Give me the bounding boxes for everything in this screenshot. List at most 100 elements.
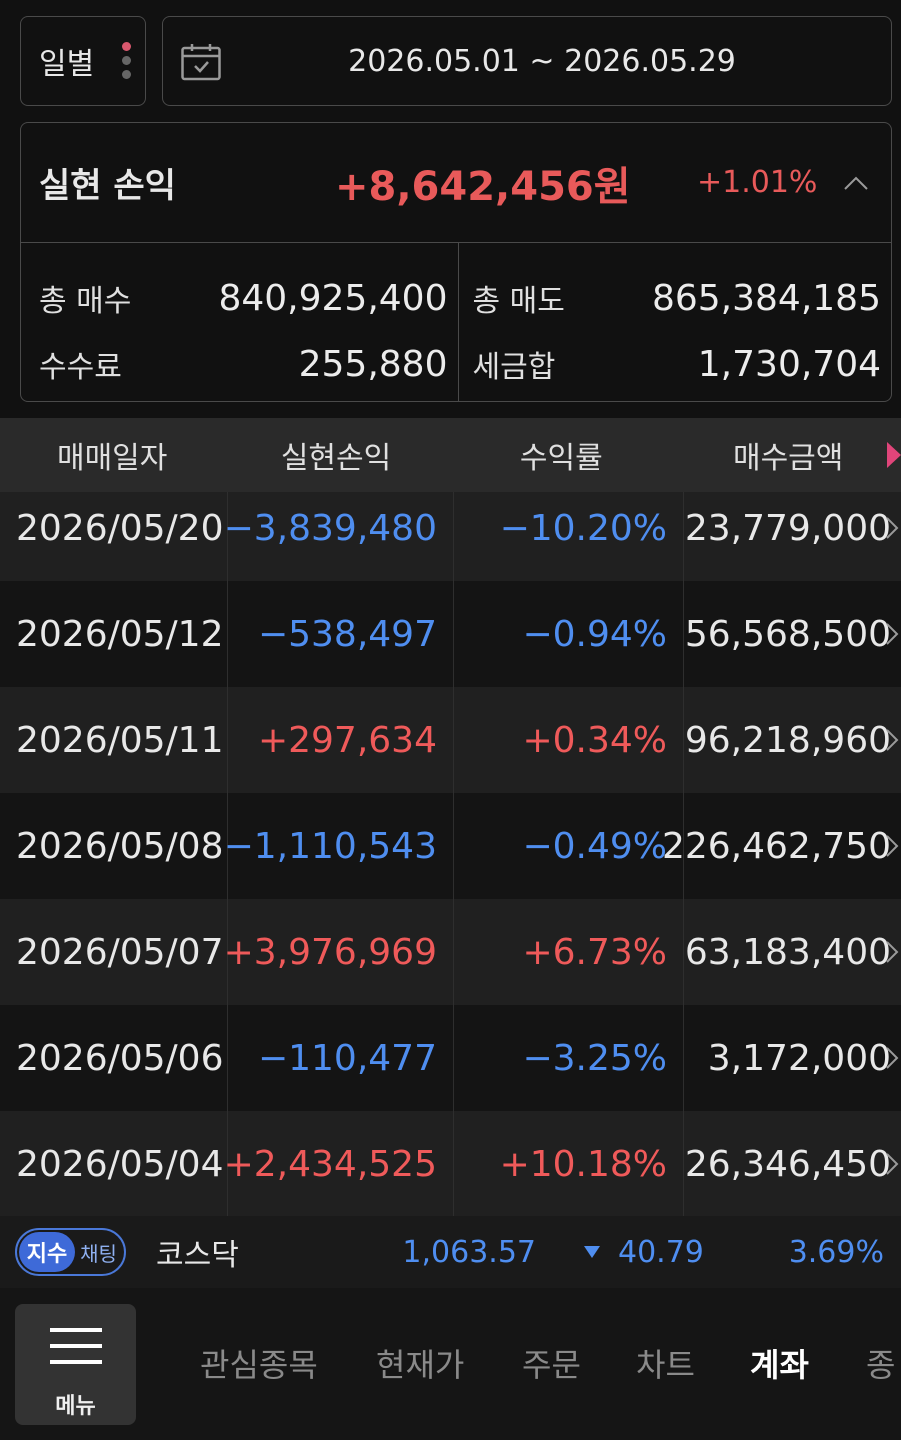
- return-rate: −0.94%: [453, 581, 683, 687]
- header-buy-amount[interactable]: 매수금액: [675, 433, 901, 477]
- table-row[interactable]: 2026/05/11 +297,634 +0.34% 96,218,960: [0, 687, 901, 793]
- table-row[interactable]: 2026/05/20 −3,839,480 −10.20% 23,779,000: [0, 492, 901, 581]
- index-change: 40.79: [618, 1234, 704, 1270]
- table-row[interactable]: 2026/05/08 −1,110,543 −0.49% 226,462,750: [0, 793, 901, 899]
- index-name: 코스닥: [156, 1238, 239, 1273]
- pnl-value: −538,497: [257, 613, 437, 655]
- trade-date: 2026/05/12: [16, 613, 224, 655]
- index-chat-toggle[interactable]: 지수 채팅: [15, 1228, 126, 1276]
- fee-label: 수수료: [39, 350, 122, 385]
- total-buy-line: 총 매수 840,925,400: [39, 265, 448, 331]
- toggle-index[interactable]: 지수: [19, 1232, 75, 1272]
- buy-amount: 96,218,960: [683, 687, 901, 793]
- buy-value: 63,183,400: [684, 931, 891, 973]
- pnl-value: −1,110,543: [223, 825, 437, 867]
- filter-row: 일별 2026.05.01 ~ 2026.05.29: [20, 16, 892, 106]
- return-rate: −0.49%: [453, 793, 683, 899]
- date-range-field[interactable]: 2026.05.01 ~ 2026.05.29: [162, 16, 892, 106]
- chevron-up-icon[interactable]: [843, 173, 869, 193]
- tab-account[interactable]: 계좌: [750, 1340, 809, 1386]
- tab-current-price[interactable]: 현재가: [376, 1340, 464, 1386]
- more-vertical-icon: [122, 42, 131, 79]
- table-row[interactable]: 2026/05/04 +2,434,525 +10.18% 26,346,450: [0, 1111, 901, 1216]
- realized-pnl: +3,976,969: [223, 899, 453, 1005]
- header-trade-date[interactable]: 매매일자: [0, 433, 224, 477]
- trade-date: 2026/05/06: [16, 1037, 224, 1079]
- realized-pnl: +297,634: [227, 687, 453, 793]
- pnl-value: −110,477: [257, 1037, 437, 1079]
- buy-amount: 63,183,400: [683, 899, 901, 1005]
- return-rate: +6.73%: [453, 899, 683, 1005]
- triangle-right-icon[interactable]: [887, 442, 901, 468]
- total-buy-value: 840,925,400: [218, 277, 448, 319]
- return-rate: −3.25%: [453, 1005, 683, 1111]
- summary-rate: +1.01%: [697, 165, 818, 200]
- return-rate: +0.34%: [453, 687, 683, 793]
- total-sell-value: 865,384,185: [651, 277, 881, 319]
- buy-value: 23,779,000: [684, 507, 891, 549]
- buy-amount: 26,346,450: [683, 1111, 901, 1216]
- total-sell-line: 총 매도 865,384,185: [473, 265, 882, 331]
- buy-value: 96,218,960: [684, 719, 891, 761]
- rate-value: −3.25%: [522, 1037, 667, 1079]
- rate-value: +0.34%: [522, 719, 667, 761]
- table-header: 매매일자 실현손익 수익률 매수금액: [0, 418, 901, 492]
- chevron-right-icon: [886, 1153, 899, 1175]
- realized-pnl: −110,477: [227, 1005, 453, 1111]
- buy-amount: 226,462,750: [662, 793, 901, 899]
- rate-value: −0.49%: [522, 825, 667, 867]
- summary-amount: +8,642,456원: [335, 163, 631, 210]
- rate-value: +6.73%: [522, 931, 667, 973]
- tab-watchlist[interactable]: 관심종목: [200, 1340, 318, 1386]
- summary-title: 실현 손익: [39, 166, 176, 206]
- trade-date: 2026/05/20: [16, 507, 224, 549]
- tax-label: 세금합: [472, 350, 556, 385]
- rate-value: −10.20%: [499, 507, 667, 549]
- rate-value: +10.18%: [499, 1143, 667, 1185]
- realized-pnl: −3,839,480: [223, 492, 453, 581]
- tab-more[interactable]: 종: [866, 1340, 895, 1386]
- period-selector-button[interactable]: 일별: [20, 16, 146, 106]
- tax-value: 1,730,704: [697, 343, 881, 385]
- buy-value: 3,172,000: [707, 1037, 891, 1079]
- tab-order[interactable]: 주문: [522, 1340, 581, 1386]
- realized-pnl-summary: 실현 손익 +8,642,456원 +1.01% 총 매수 840,925,40…: [20, 122, 892, 402]
- table-row[interactable]: 2026/05/06 −110,477 −3.25% 3,172,000: [0, 1005, 901, 1111]
- tab-chart[interactable]: 차트: [636, 1340, 695, 1386]
- trade-list[interactable]: 2026/05/20 −3,839,480 −10.20% 23,779,000…: [0, 492, 901, 1216]
- buy-amount: 56,568,500: [683, 581, 901, 687]
- tax-line: 세금합 1,730,704: [473, 331, 882, 397]
- table-row[interactable]: 2026/05/12 −538,497 −0.94% 56,568,500: [0, 581, 901, 687]
- trade-date: 2026/05/04: [16, 1143, 224, 1185]
- rate-value: −0.94%: [522, 613, 667, 655]
- pnl-value: +3,976,969: [223, 931, 437, 973]
- calendar-check-icon: [181, 44, 221, 81]
- hamburger-icon: [50, 1328, 102, 1364]
- return-rate: +10.18%: [453, 1111, 683, 1216]
- summary-right-column: 총 매도 865,384,185 세금합 1,730,704: [457, 243, 892, 401]
- realized-pnl: −538,497: [227, 581, 453, 687]
- triangle-down-icon: [584, 1246, 600, 1258]
- buy-value: 226,462,750: [661, 825, 891, 867]
- pnl-value: +297,634: [257, 719, 437, 761]
- date-range-text: 2026.05.01 ~ 2026.05.29: [348, 43, 736, 79]
- chevron-right-icon: [886, 1047, 899, 1069]
- menu-button[interactable]: 메뉴: [15, 1304, 136, 1425]
- trade-date: 2026/05/07: [16, 931, 224, 973]
- summary-left-column: 총 매수 840,925,400 수수료 255,880: [21, 243, 458, 401]
- table-row[interactable]: 2026/05/07 +3,976,969 +6.73% 63,183,400: [0, 899, 901, 1005]
- buy-value: 26,346,450: [684, 1143, 891, 1185]
- index-price: 1,063.57: [402, 1234, 536, 1270]
- chevron-right-icon: [886, 517, 899, 539]
- chevron-right-icon: [886, 941, 899, 963]
- index-ticker-bar[interactable]: 지수 채팅 코스닥 1,063.57 40.79 3.69%: [0, 1216, 901, 1288]
- header-realized-pnl[interactable]: 실현손익: [224, 433, 447, 477]
- header-return-rate[interactable]: 수익률: [448, 433, 675, 477]
- toggle-chat[interactable]: 채팅: [75, 1238, 122, 1267]
- fee-line: 수수료 255,880: [39, 331, 448, 397]
- pnl-value: −3,839,480: [223, 507, 437, 549]
- total-sell-label: 총 매도: [472, 284, 565, 319]
- total-buy-label: 총 매수: [39, 284, 132, 319]
- summary-header[interactable]: 실현 손익 +8,642,456원 +1.01%: [21, 123, 891, 243]
- pnl-value: +2,434,525: [223, 1143, 437, 1185]
